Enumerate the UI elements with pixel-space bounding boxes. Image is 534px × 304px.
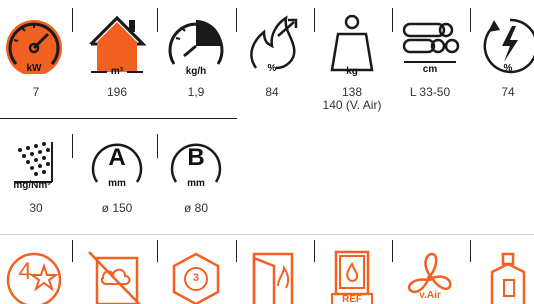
feature-vair: v.Air [392, 240, 468, 304]
house-icon [79, 6, 155, 74]
consumption-gauge-icon [158, 6, 234, 74]
unit-label: mm [108, 178, 126, 189]
spec-value: 84 [265, 85, 279, 99]
unit-label: % [267, 63, 277, 74]
feature-hexagon-3: 3 [158, 240, 234, 304]
weight-icon [314, 6, 390, 74]
feature-label: 4 [18, 258, 32, 285]
unit-label: mg/Nm³ [13, 180, 51, 191]
tank-icon [470, 246, 534, 304]
unit-label: mm [187, 178, 205, 189]
spec-value: 74 [501, 85, 515, 99]
door-icon [234, 246, 310, 304]
feature-label: v.Air [419, 290, 441, 301]
spec-value-alt: 140 (V. Air) [322, 98, 382, 112]
spec-value: 196 [106, 85, 128, 99]
unit-label: kg [346, 66, 358, 77]
row2-divider [0, 234, 534, 235]
separator [72, 240, 73, 262]
spec-value: 30 [29, 201, 43, 215]
unit-label: m³ [110, 66, 124, 77]
no-cleaning-icon [79, 246, 155, 304]
feature-tank [470, 240, 534, 304]
unit-label: kg/h [185, 66, 207, 77]
feature-label: 3 [192, 272, 200, 284]
unit-label: % [503, 63, 513, 74]
unit-label: cm [422, 64, 438, 75]
flue-letter: A [108, 144, 126, 171]
feature-label: REF [342, 294, 362, 304]
spec-value: ø 80 [183, 201, 208, 215]
feature-ref: REF [314, 240, 390, 304]
separator [72, 134, 73, 158]
spec-power: kW 7 [0, 0, 76, 110]
unit-label: kW [26, 63, 42, 74]
row1-divider [0, 118, 237, 119]
feature-door [234, 240, 310, 304]
spec-value: ø 150 [101, 201, 133, 215]
spec-value: 1,9 [187, 85, 205, 99]
feature-four-star: 4 [0, 240, 76, 304]
feature-no-cleaning [79, 240, 155, 304]
separator [72, 8, 73, 32]
spec-value: 7 [32, 85, 40, 99]
spec-value: L 33-50 [409, 85, 451, 99]
flue-letter: B [187, 144, 205, 171]
